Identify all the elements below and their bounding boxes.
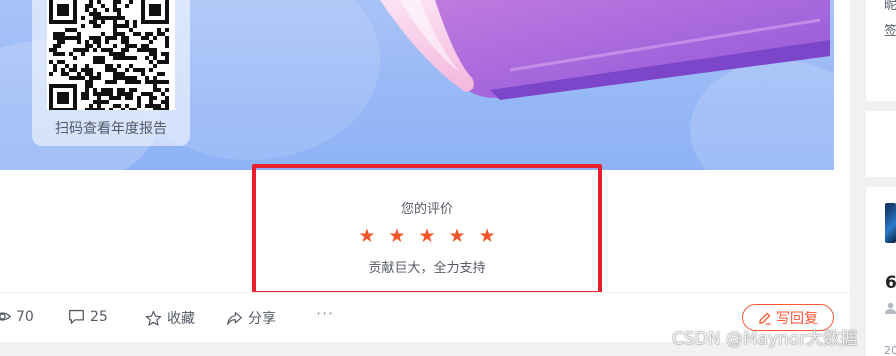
rating-text: 贡献巨大，全力支持 [368,261,486,276]
eye-icon [0,312,11,321]
comment-button[interactable]: 25 [68,308,108,325]
sidebar-thumbnail[interactable] [885,203,896,243]
view-count: 70 [0,308,34,325]
pencil-icon [759,312,771,325]
article-card: 扫码查看年度报告 您的评价 ★ ★ ★ ★ ★ 贡献巨大，全力支持 70 25 收藏 [0,0,850,356]
sidebar-text-top: 昵 [884,0,896,13]
rating-star[interactable]: ★ [418,225,435,247]
qr-code [47,0,175,112]
watermark: CSDN @Maynor大数据 [672,329,858,349]
rating-star[interactable]: ★ [358,225,375,247]
collect-label: 收藏 [167,311,195,327]
annual-report-banner[interactable]: 扫码查看年度报告 [0,0,834,170]
qr-caption: 扫码查看年度报告 [55,121,167,137]
sidebar-number: 6 [885,273,896,293]
view-count-label: 70 [16,308,34,325]
more-button[interactable]: ··· [316,304,334,323]
star-outline-icon [145,310,162,326]
book-illustration [380,0,830,100]
sidebar-card-2 [866,111,896,177]
share-label: 分享 [248,311,276,327]
sidebar-text-second: 签 [884,24,896,39]
star-rating[interactable]: ★ ★ ★ ★ ★ [256,225,598,247]
share-button[interactable]: 分享 [226,308,276,328]
share-icon [227,311,242,325]
page: 扫码查看年度报告 您的评价 ★ ★ ★ ★ ★ 贡献巨大，全力支持 70 25 收藏 [0,0,896,356]
collect-button[interactable]: 收藏 [145,308,195,328]
rating-title: 您的评价 [400,202,453,217]
rating-box: 您的评价 ★ ★ ★ ★ ★ 贡献巨大，全力支持 [252,164,602,295]
rating-star[interactable]: ★ [388,225,405,247]
comment-icon [69,309,84,324]
rating-star[interactable]: ★ [479,225,496,247]
comment-count: 25 [90,308,108,325]
sidebar-profile-card [866,0,896,101]
rating-star[interactable]: ★ [449,225,466,247]
qr-code-card[interactable]: 扫码查看年度报告 [32,0,190,146]
sidebar-number-below: 20 [884,344,896,356]
user-icon [885,302,896,314]
